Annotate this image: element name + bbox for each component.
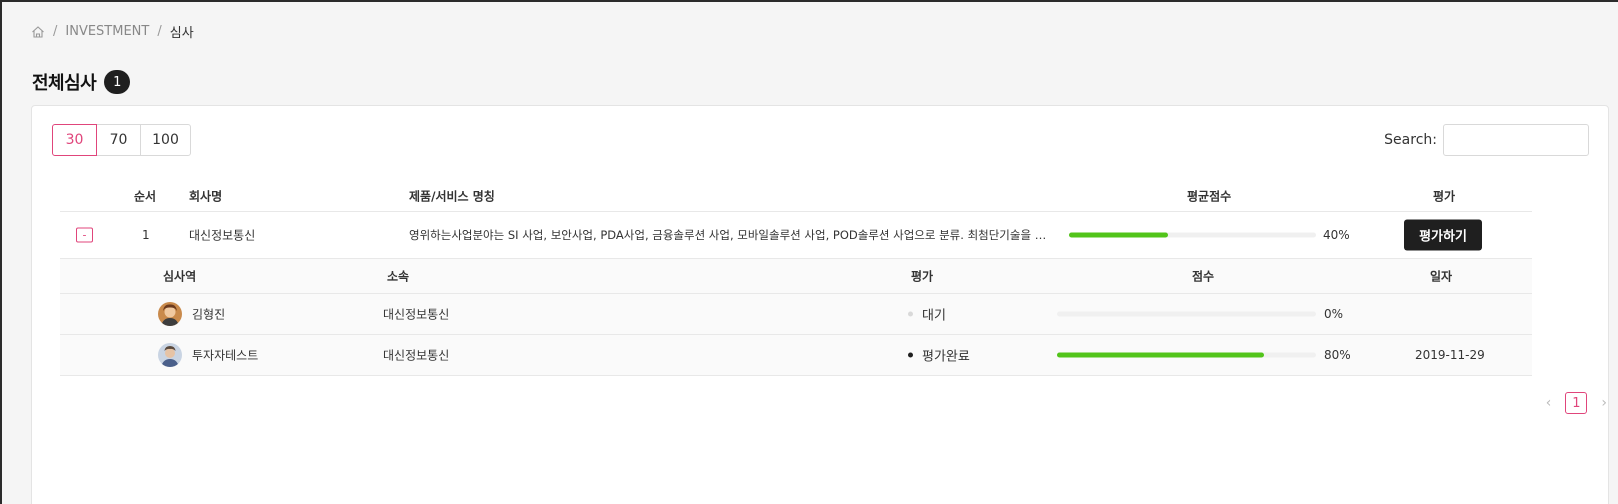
page-size-selector: 30 70 100 bbox=[52, 124, 191, 156]
table-header: 순서 회사명 제품/서비스 명칭 평균점수 평가 bbox=[60, 180, 1532, 212]
status-text: 평가완료 bbox=[922, 349, 970, 365]
score-label: 80% bbox=[1324, 348, 1351, 362]
next-page-button[interactable]: › bbox=[1601, 395, 1607, 411]
search-input[interactable] bbox=[1443, 124, 1589, 156]
window-left-border bbox=[0, 0, 2, 504]
page-size-100[interactable]: 100 bbox=[140, 124, 191, 156]
row-product: 영위하는사업분야는 SI 사업, 보안사업, PDA사업, 금융솔루션 사업, … bbox=[409, 228, 1056, 242]
reviewer-name: 투자자테스트 bbox=[192, 348, 259, 363]
avg-score-progress bbox=[1069, 232, 1316, 238]
page-1-button[interactable]: 1 bbox=[1565, 392, 1588, 414]
score-progress-fill bbox=[1057, 352, 1265, 358]
search-area: Search: bbox=[1384, 124, 1589, 156]
status-dot bbox=[908, 352, 913, 358]
reviewer-row: 투자자테스트 대신정보통신 평가완료 80% 2019-11-29 bbox=[60, 335, 1532, 376]
reviewer-row: 김형진 대신정보통신 대기 0% bbox=[60, 294, 1532, 335]
page-size-30[interactable]: 30 bbox=[52, 124, 97, 156]
page-size-70[interactable]: 70 bbox=[96, 124, 141, 156]
page-title: 전체심사 bbox=[32, 73, 97, 94]
score-progress bbox=[1057, 352, 1316, 358]
reviewer-subtable: 심사역 소속 평가 점수 일자 김형진 대신정보통신 대기 0% 투자자테스트 … bbox=[60, 259, 1532, 376]
header-evaluate: 평가 bbox=[1433, 189, 1456, 203]
breadcrumb-current: 심사 bbox=[169, 26, 194, 41]
header-order[interactable]: 순서 bbox=[134, 187, 156, 204]
reviewer-affiliation: 대신정보통신 bbox=[383, 307, 450, 322]
status-dot bbox=[908, 311, 913, 317]
prev-page-button[interactable]: ‹ bbox=[1546, 395, 1552, 411]
review-card: 30 70 100 Search: 순서 회사명 제품/서비스 명칭 평균점수 … bbox=[31, 105, 1609, 504]
subheader-date: 일자 bbox=[1430, 269, 1453, 284]
status-text: 대기 bbox=[922, 308, 946, 324]
score-progress bbox=[1057, 311, 1316, 317]
evaluate-button[interactable]: 평가하기 bbox=[1404, 219, 1482, 251]
subtable-header: 심사역 소속 평가 점수 일자 bbox=[60, 259, 1532, 294]
review-date: 2019-11-29 bbox=[1415, 348, 1485, 362]
review-table: 순서 회사명 제품/서비스 명칭 평균점수 평가 - 1 대신정보통신 영위하는… bbox=[60, 180, 1532, 376]
header-company[interactable]: 회사명 bbox=[189, 187, 222, 204]
row-order: 1 bbox=[142, 228, 150, 242]
table-row: - 1 대신정보통신 영위하는사업분야는 SI 사업, 보안사업, PDA사업,… bbox=[60, 212, 1532, 259]
header-product[interactable]: 제품/서비스 명칭 bbox=[409, 187, 495, 204]
subheader-score: 점수 bbox=[1192, 269, 1215, 284]
page-header: 전체심사 1 bbox=[32, 69, 131, 95]
breadcrumb-investment[interactable]: INVESTMENT bbox=[65, 24, 149, 39]
breadcrumb-separator: / bbox=[157, 24, 162, 39]
row-company: 대신정보통신 bbox=[189, 228, 256, 243]
window-top-border bbox=[0, 0, 1618, 2]
score-label: 0% bbox=[1324, 307, 1344, 321]
avg-score-progress-fill bbox=[1069, 232, 1168, 238]
reviewer-affiliation: 대신정보통신 bbox=[383, 348, 450, 363]
collapse-row-button[interactable]: - bbox=[76, 227, 93, 243]
header-avg-score[interactable]: 평균점수 bbox=[1187, 187, 1231, 204]
avg-score-label: 40% bbox=[1323, 228, 1350, 242]
subheader-reviewer: 심사역 bbox=[163, 269, 197, 284]
reviewer-name: 김형진 bbox=[192, 307, 226, 322]
home-icon[interactable] bbox=[31, 25, 45, 39]
search-label: Search: bbox=[1384, 132, 1437, 148]
pagination: ‹ 1 › bbox=[1546, 392, 1607, 414]
subheader-evaluation: 평가 bbox=[911, 269, 934, 284]
breadcrumb-separator: / bbox=[53, 24, 58, 39]
count-badge: 1 bbox=[104, 70, 131, 94]
subheader-affiliation: 소속 bbox=[387, 269, 410, 284]
breadcrumb: / INVESTMENT / 심사 bbox=[31, 22, 194, 41]
avatar bbox=[158, 302, 182, 326]
avatar bbox=[158, 343, 182, 367]
